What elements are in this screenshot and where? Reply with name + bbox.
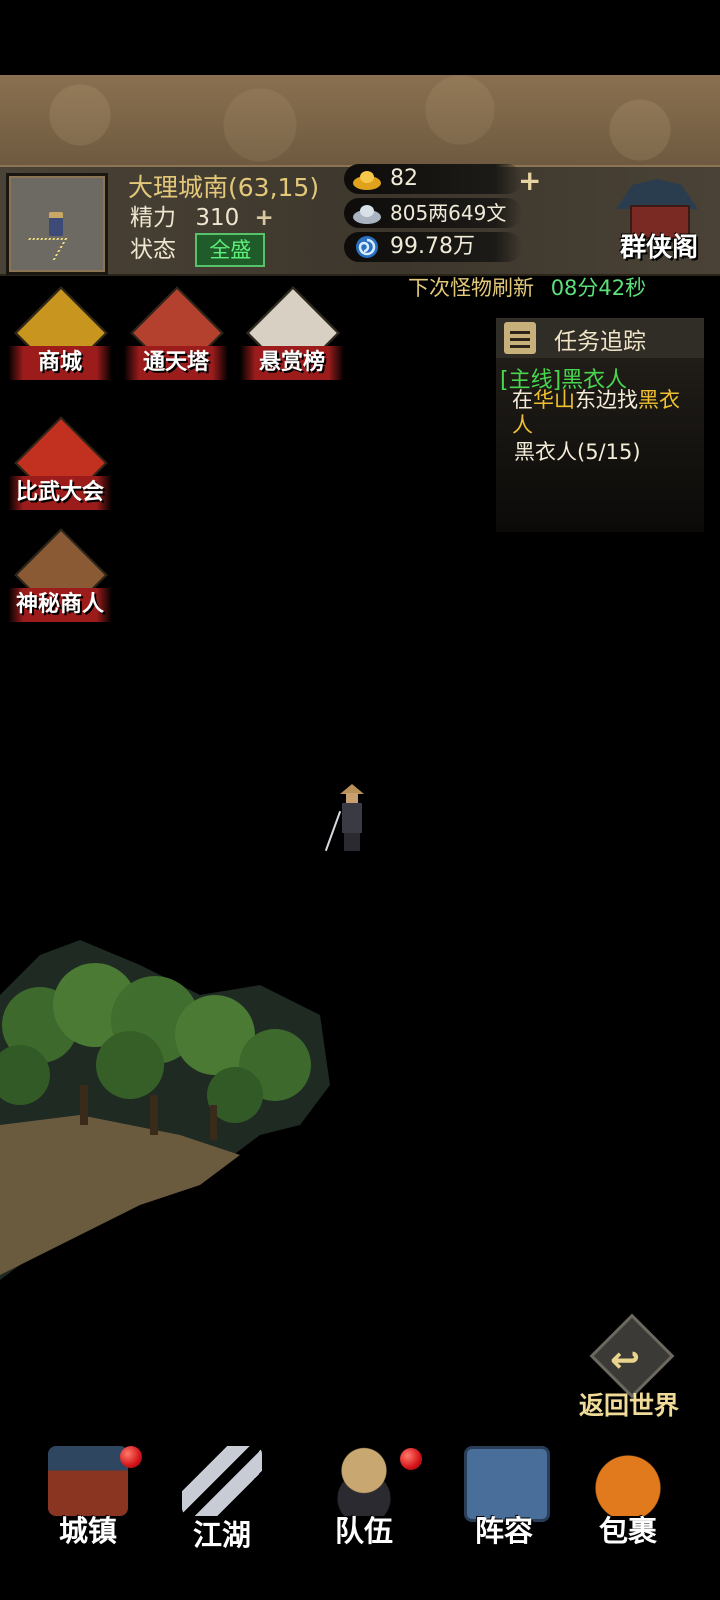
add-stamina-button[interactable]: + [255,205,274,231]
silver-currency: 805两649文 [344,198,522,228]
silver-amount: 805两649文 [390,201,507,225]
gold-currency: 82 [344,164,522,194]
power-amount: 99.78万 [390,234,475,259]
quest-tracker-panel[interactable]: 任务追踪 [主线]黑衣人 在华山东边找黑衣人 [496,318,704,532]
minimap[interactable] [6,173,108,275]
return-world-button[interactable]: ↩ 返回世界 [566,1313,692,1424]
minimap-path [16,238,68,260]
quest-tracker-header[interactable]: 任务追踪 [496,318,704,358]
shop-label: 商城 [8,346,112,380]
refresh-label: 下次怪物刷新 [408,276,534,300]
forest-terrain [0,940,330,1280]
character-head [346,793,358,803]
mystery-merchant-label: 神秘商人 [8,588,112,622]
sword-icon [324,810,342,852]
refresh-time: 08分42秒 [550,276,647,300]
nav-team[interactable]: 队伍 [304,1440,424,1560]
nav-jianghu[interactable]: 江湖 [162,1440,282,1560]
list-icon [504,322,536,354]
stamina-label: 精力 [130,205,176,231]
team-portrait-icon [324,1446,404,1516]
quest-desc-place: 华山 [533,388,575,412]
bounty-label: 悬赏榜 [240,346,344,380]
nav-town[interactable]: 城镇 [28,1440,148,1560]
stamina-value: 310 [195,205,240,231]
guild-hall-label: 群侠阁 [619,233,698,263]
top-decorative-banner [0,75,720,165]
player-character[interactable] [324,784,378,856]
mystery-merchant-button[interactable]: 神秘商人 [8,528,112,636]
stamina-row: 精力 310 + [130,198,274,232]
bounty-board-button[interactable]: 悬赏榜 [240,286,344,394]
bottom-navigation: 城镇 江湖 队伍 阵容 包裹 [0,1440,720,1600]
power-currency: 99.78万 [344,232,522,262]
guild-hall-button[interactable]: 群侠阁 [602,165,714,269]
state-label: 状态 [130,237,176,263]
minimap-player-icon [49,212,63,236]
quest-tracker-title: 任务追踪 [554,329,646,355]
tower-button[interactable]: 通天塔 [124,286,228,394]
nav-bag[interactable]: 包裹 [568,1440,688,1560]
return-world-label: 返回世界 [578,1391,679,1420]
quest-progress: 黑衣人(5/15) [514,440,641,464]
tournament-button[interactable]: 比武大会 [8,416,112,524]
state-row: 状态 全盛 [130,230,266,267]
quest-desc-middle: 东边找 [575,388,638,412]
bag-bundle-icon [588,1446,668,1516]
nav-formation-label: 阵容 [474,1514,533,1548]
character-torso [342,803,362,833]
spiral-power-icon [356,236,378,258]
tournament-label: 比武大会 [8,476,112,510]
nav-team-label: 队伍 [334,1514,393,1548]
town-gate-icon [48,1446,128,1516]
crossed-swords-icon [182,1446,262,1516]
shop-button[interactable]: 商城 [8,286,112,394]
nav-formation[interactable]: 阵容 [444,1440,564,1560]
nav-bag-label: 包裹 [598,1514,657,1548]
silver-ingot-icon [353,205,381,224]
notification-dot [400,1448,422,1470]
state-badge: 全盛 [195,233,266,267]
nav-town-label: 城镇 [58,1514,117,1548]
gold-amount: 82 [390,166,418,191]
quest-description: 在华山东边找黑衣人 [512,388,698,438]
tower-label: 通天塔 [124,346,228,380]
return-arrow-icon: ↩ [610,1340,641,1381]
character-legs [344,833,360,851]
add-gold-button[interactable]: + [518,164,541,197]
notification-dot [120,1446,142,1468]
gold-ingot-icon [353,171,381,190]
nav-jianghu-label: 江湖 [192,1518,251,1552]
monster-refresh-timer: 下次怪物刷新 08分42秒 [408,272,646,302]
game-screen: 大理城南(63,15) 精力 310 + 状态 全盛 82 + 805两649文… [0,0,720,1600]
quest-desc-prefix: 在 [512,388,533,412]
